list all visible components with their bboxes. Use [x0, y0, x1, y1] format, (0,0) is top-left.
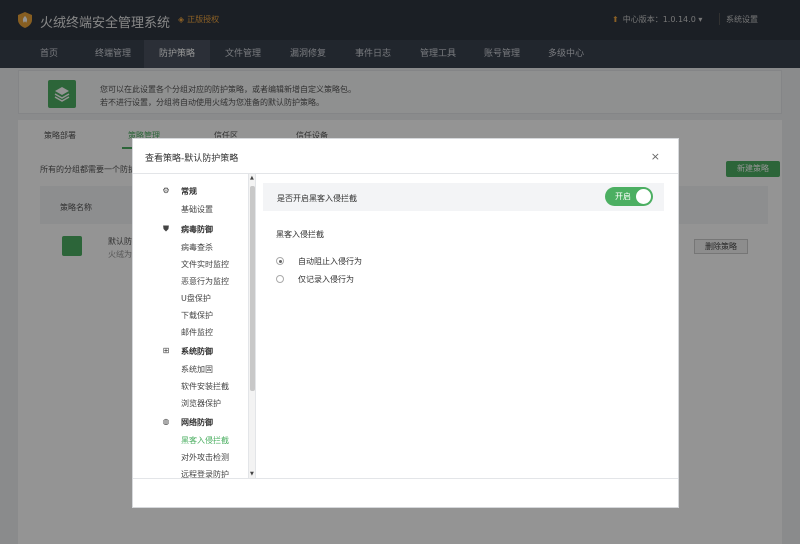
dialog-footer-divider	[133, 478, 678, 479]
dialog-title: 查看策略-默认防护策略	[145, 154, 239, 164]
radio-log-only[interactable]	[276, 275, 284, 283]
view-policy-dialog: 查看策略-默认防护策略 × ⚙ 常规 基础设置 ⛊ 病毒防御 病毒查杀 文件实时…	[132, 138, 679, 508]
menu-item-browser-protect[interactable]: 浏览器保护	[181, 398, 221, 409]
menu-item-system-hardening[interactable]: 系统加固	[181, 364, 213, 375]
shield-icon: ⛊	[163, 224, 169, 233]
toggle-label: 开启	[615, 192, 631, 201]
scrollbar-thumb[interactable]	[250, 186, 255, 391]
menu-item-attack-detect[interactable]: 对外攻击检测	[181, 452, 229, 463]
menu-category-label: 网络防御	[181, 418, 213, 427]
gear-icon: ⚙	[162, 186, 170, 195]
section-label: 黑客入侵拦截	[276, 230, 324, 239]
radio-auto-block-label[interactable]: 自动阻止入侵行为	[298, 256, 362, 267]
menu-category-label: 病毒防御	[181, 225, 213, 234]
menu-scrollbar[interactable]: ▲ ▼	[248, 174, 256, 478]
menu-category-label: 系统防御	[181, 347, 213, 356]
policy-menu: ⚙ 常规 基础设置 ⛊ 病毒防御 病毒查杀 文件实时监控 恶意行为监控 U盘保护…	[133, 174, 248, 478]
menu-item-install-block[interactable]: 软件安装拦截	[181, 381, 229, 392]
menu-item-remote-login-protect[interactable]: 远程登录防护	[181, 469, 229, 478]
menu-item-intrusion-block[interactable]: 黑客入侵拦截	[181, 435, 229, 446]
windows-icon: ⊞	[162, 346, 170, 355]
menu-item-basic-settings[interactable]: 基础设置	[181, 204, 213, 215]
menu-category-label: 常规	[181, 187, 197, 196]
menu-item-usb-protect[interactable]: U盘保护	[181, 293, 211, 304]
toggle-knob	[636, 189, 651, 204]
intrusion-switch-row: 是否开启黑客入侵拦截 开启	[263, 183, 664, 211]
scroll-down-arrow-icon[interactable]: ▼	[250, 471, 254, 477]
switch-label: 是否开启黑客入侵拦截	[277, 194, 357, 203]
intrusion-toggle[interactable]: 开启	[605, 187, 653, 206]
menu-item-virus-scan[interactable]: 病毒查杀	[181, 242, 213, 253]
radio-auto-block[interactable]	[276, 257, 284, 265]
menu-item-behavior-monitor[interactable]: 恶意行为监控	[181, 276, 229, 287]
radio-log-only-label[interactable]: 仅记录入侵行为	[298, 274, 354, 285]
menu-item-mail-monitor[interactable]: 邮件监控	[181, 327, 213, 338]
globe-icon: ◍	[162, 417, 170, 426]
close-icon[interactable]: ×	[651, 150, 660, 163]
scroll-up-arrow-icon[interactable]: ▲	[250, 175, 254, 181]
menu-item-download-protect[interactable]: 下载保护	[181, 310, 213, 321]
menu-item-file-monitor[interactable]: 文件实时监控	[181, 259, 229, 270]
